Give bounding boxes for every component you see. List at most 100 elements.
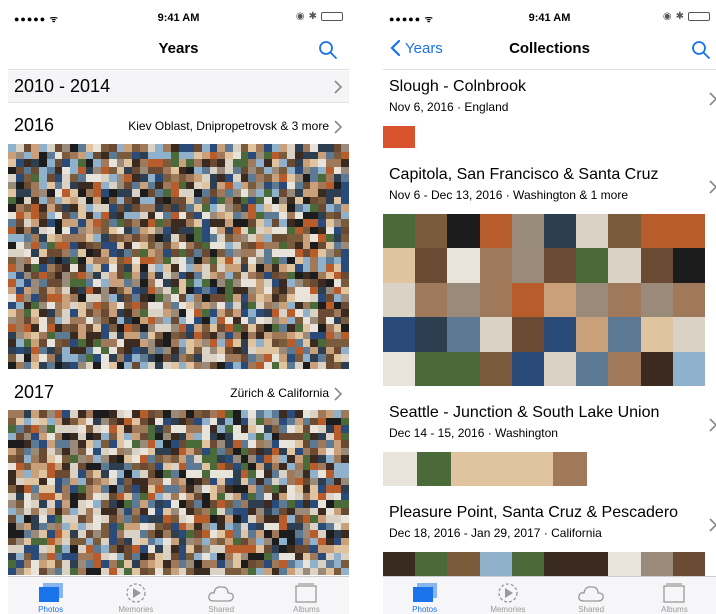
photo-thumbnail[interactable] [271, 545, 280, 553]
photo-thumbnail[interactable] [194, 271, 202, 279]
photo-thumbnail[interactable] [294, 354, 303, 362]
photo-thumbnail[interactable] [271, 346, 280, 354]
photo-thumbnail[interactable] [186, 324, 194, 332]
photo-thumbnail[interactable] [310, 552, 318, 560]
photo-thumbnail[interactable] [139, 331, 148, 339]
photo-thumbnail[interactable] [147, 545, 156, 553]
photo-thumbnail[interactable] [23, 144, 32, 152]
photo-thumbnail[interactable] [108, 174, 117, 182]
photo-thumbnail[interactable] [225, 470, 233, 478]
photo-thumbnail[interactable] [8, 279, 16, 287]
photo-thumbnail[interactable] [23, 196, 32, 204]
photo-thumbnail[interactable] [46, 324, 55, 332]
photo-thumbnail[interactable] [256, 166, 264, 174]
photo-thumbnail[interactable] [186, 211, 194, 219]
photo-thumbnail[interactable] [417, 452, 451, 486]
photo-thumbnail[interactable] [294, 500, 303, 508]
photo-thumbnail[interactable] [178, 264, 187, 272]
photo-thumbnail[interactable] [279, 144, 287, 152]
photo-thumbnail[interactable] [302, 256, 311, 264]
photo-thumbnail[interactable] [39, 316, 47, 324]
photo-thumbnail[interactable] [108, 530, 117, 538]
photo-thumbnail[interactable] [124, 560, 132, 568]
photo-thumbnail[interactable] [147, 181, 156, 189]
photo-thumbnail[interactable] [217, 492, 225, 500]
photo-thumbnail[interactable] [341, 249, 349, 257]
photo-thumbnail[interactable] [576, 351, 609, 386]
photo-thumbnail[interactable] [225, 462, 233, 470]
photo-thumbnail[interactable] [77, 425, 86, 433]
photo-thumbnail[interactable] [93, 151, 101, 159]
photo-thumbnail[interactable] [101, 455, 109, 463]
photo-thumbnail[interactable] [287, 447, 295, 455]
photo-thumbnail[interactable] [23, 151, 32, 159]
photo-thumbnail[interactable] [209, 417, 218, 425]
photo-thumbnail[interactable] [640, 552, 673, 576]
photo-thumbnail[interactable] [341, 234, 349, 242]
photo-thumbnail[interactable] [54, 462, 63, 470]
photo-thumbnail[interactable] [139, 537, 148, 545]
photo-thumbnail[interactable] [248, 204, 256, 212]
photo-thumbnail[interactable] [39, 331, 47, 339]
photo-thumbnail[interactable] [23, 447, 32, 455]
photo-thumbnail[interactable] [341, 492, 349, 500]
photo-thumbnail[interactable] [240, 515, 249, 523]
photo-thumbnail[interactable] [178, 204, 187, 212]
photo-thumbnail[interactable] [31, 339, 39, 347]
photo-thumbnail[interactable] [232, 249, 241, 257]
photo-thumbnail[interactable] [46, 159, 55, 167]
photo-thumbnail[interactable] [39, 339, 47, 347]
photo-thumbnail[interactable] [39, 234, 47, 242]
photo-thumbnail[interactable] [232, 485, 241, 493]
photo-thumbnail[interactable] [170, 500, 179, 508]
photo-thumbnail[interactable] [333, 249, 342, 257]
photo-thumbnail[interactable] [70, 425, 78, 433]
photo-thumbnail[interactable] [178, 234, 187, 242]
photo-thumbnail[interactable] [139, 301, 148, 309]
photo-thumbnail[interactable] [217, 264, 225, 272]
photo-thumbnail[interactable] [70, 301, 78, 309]
photo-thumbnail[interactable] [341, 477, 349, 485]
photo-thumbnail[interactable] [147, 211, 156, 219]
photo-thumbnail[interactable] [77, 309, 86, 317]
photo-thumbnail[interactable] [116, 174, 125, 182]
photo-thumbnail[interactable] [85, 151, 94, 159]
photo-thumbnail[interactable] [232, 530, 241, 538]
photo-thumbnail[interactable] [23, 567, 32, 575]
photo-thumbnail[interactable] [201, 166, 210, 174]
photo-thumbnail[interactable] [287, 470, 295, 478]
photo-thumbnail[interactable] [287, 361, 295, 369]
photo-thumbnail[interactable] [77, 354, 86, 362]
photo-thumbnail[interactable] [232, 455, 241, 463]
photo-thumbnail[interactable] [256, 219, 264, 227]
photo-thumbnail[interactable] [240, 507, 249, 515]
photo-thumbnail[interactable] [132, 477, 140, 485]
photo-thumbnail[interactable] [232, 552, 241, 560]
photo-thumbnail[interactable] [333, 410, 342, 418]
photo-thumbnail[interactable] [178, 181, 187, 189]
photo-thumbnail[interactable] [194, 279, 202, 287]
photo-thumbnail[interactable] [124, 417, 132, 425]
photo-thumbnail[interactable] [263, 440, 272, 448]
photo-thumbnail[interactable] [263, 545, 272, 553]
photo-thumbnail[interactable] [248, 264, 256, 272]
photo-thumbnail[interactable] [415, 214, 448, 249]
photo-thumbnail[interactable] [225, 522, 233, 530]
photo-thumbnail[interactable] [178, 410, 187, 418]
photo-thumbnail[interactable] [302, 324, 311, 332]
photo-thumbnail[interactable] [132, 204, 140, 212]
photo-thumbnail[interactable] [70, 166, 78, 174]
photo-thumbnail[interactable] [70, 492, 78, 500]
photo-thumbnail[interactable] [310, 410, 318, 418]
photo-thumbnail[interactable] [240, 159, 249, 167]
photo-thumbnail[interactable] [240, 316, 249, 324]
photo-thumbnail[interactable] [23, 309, 32, 317]
photo-thumbnail[interactable] [124, 219, 132, 227]
photo-thumbnail[interactable] [201, 522, 210, 530]
photo-thumbnail[interactable] [294, 545, 303, 553]
photo-thumbnail[interactable] [46, 226, 55, 234]
photo-thumbnail[interactable] [225, 196, 233, 204]
photo-thumbnail[interactable] [124, 462, 132, 470]
photo-thumbnail[interactable] [232, 309, 241, 317]
photo-thumbnail[interactable] [108, 500, 117, 508]
